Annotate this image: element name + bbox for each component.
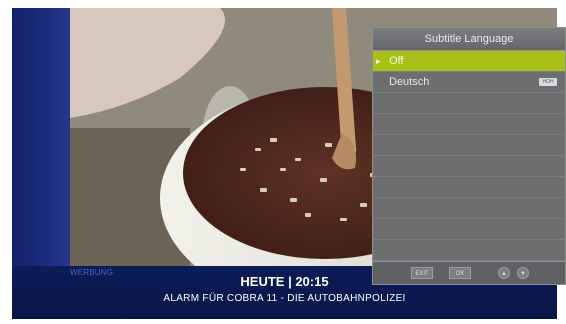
down-arrow-icon[interactable]: ▼: [517, 267, 529, 279]
program-title: ALARM FÜR COBRA 11 - DIE AUTOBAHNPOLIZEI: [163, 293, 406, 304]
empty-row: [373, 240, 565, 261]
empty-row: [373, 93, 565, 114]
selection-arrow-icon: ▸: [376, 56, 381, 66]
option-label: Off: [389, 55, 404, 67]
subtitle-option-deutsch[interactable]: Deutsch HOH: [373, 72, 565, 93]
ok-button[interactable]: OK: [449, 267, 471, 279]
empty-row: [373, 135, 565, 156]
left-blue-band: [12, 8, 70, 266]
subtitle-option-off[interactable]: ▸ Off: [373, 51, 565, 72]
hearing-impaired-badge: HOH: [539, 78, 557, 86]
subtitle-options-list: ▸ Off Deutsch HOH: [373, 51, 565, 261]
exit-button[interactable]: EXIT: [411, 267, 433, 279]
empty-row: [373, 156, 565, 177]
empty-row: [373, 177, 565, 198]
menu-title: Subtitle Language: [373, 28, 565, 51]
empty-row: [373, 219, 565, 240]
menu-footer: EXIT OK ▲ ▼: [373, 261, 565, 284]
subtitle-language-menu: Subtitle Language ▸ Off Deutsch HOH EXIT…: [372, 27, 566, 285]
empty-row: [373, 198, 565, 219]
empty-row: [373, 114, 565, 135]
option-label: Deutsch: [389, 76, 430, 88]
up-arrow-icon[interactable]: ▲: [498, 267, 510, 279]
